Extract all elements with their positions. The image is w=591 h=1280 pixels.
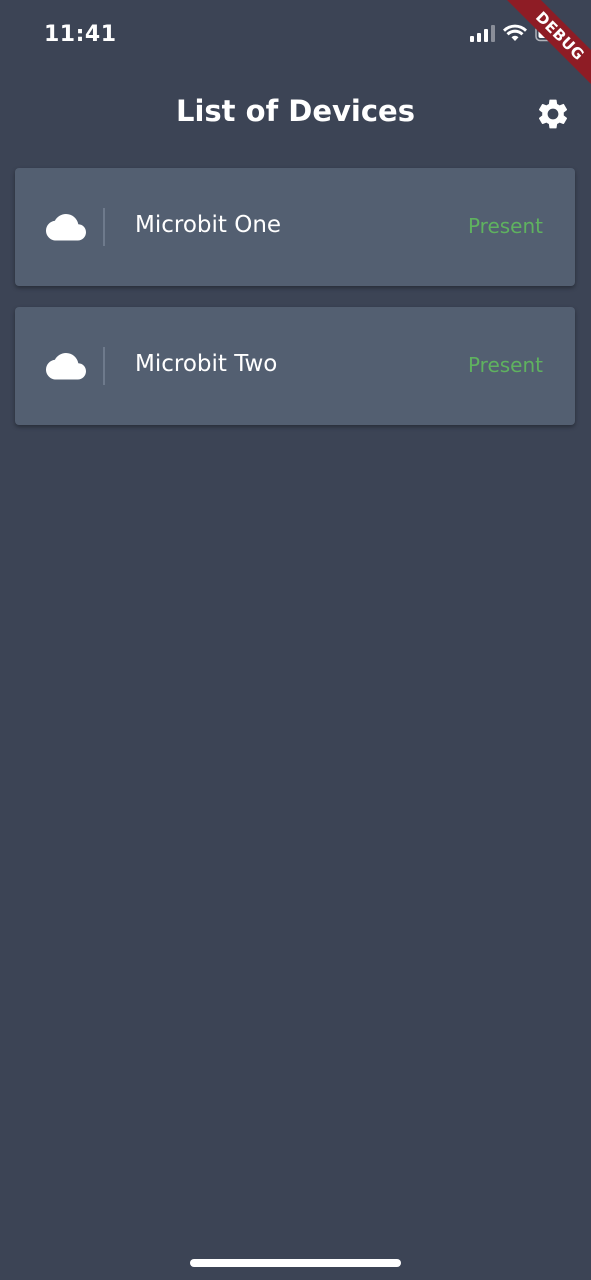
device-status: Present [467,353,543,377]
status-time: 11:41 [44,22,117,47]
debug-banner: DEBUG [498,0,591,98]
device-list: Microbit One Present Microbit Two Presen… [15,168,575,446]
divider [103,208,105,246]
home-indicator[interactable] [190,1259,401,1267]
device-card-microbit-one[interactable]: Microbit One Present [15,168,575,286]
cellular-signal-icon [470,24,495,42]
device-name: Microbit Two [135,351,278,377]
device-name: Microbit One [135,212,282,238]
cloud-icon [46,214,86,241]
page-title: List of Devices [176,94,415,128]
device-list-screen: 11:41 DEBUG List of Devices Microbit One… [0,0,591,1280]
cloud-icon [46,353,86,380]
settings-button[interactable] [535,96,571,132]
divider [103,347,105,385]
wifi-icon [503,24,527,41]
device-card-microbit-two[interactable]: Microbit Two Present [15,307,575,425]
gear-icon [538,99,568,129]
device-status: Present [467,214,543,238]
